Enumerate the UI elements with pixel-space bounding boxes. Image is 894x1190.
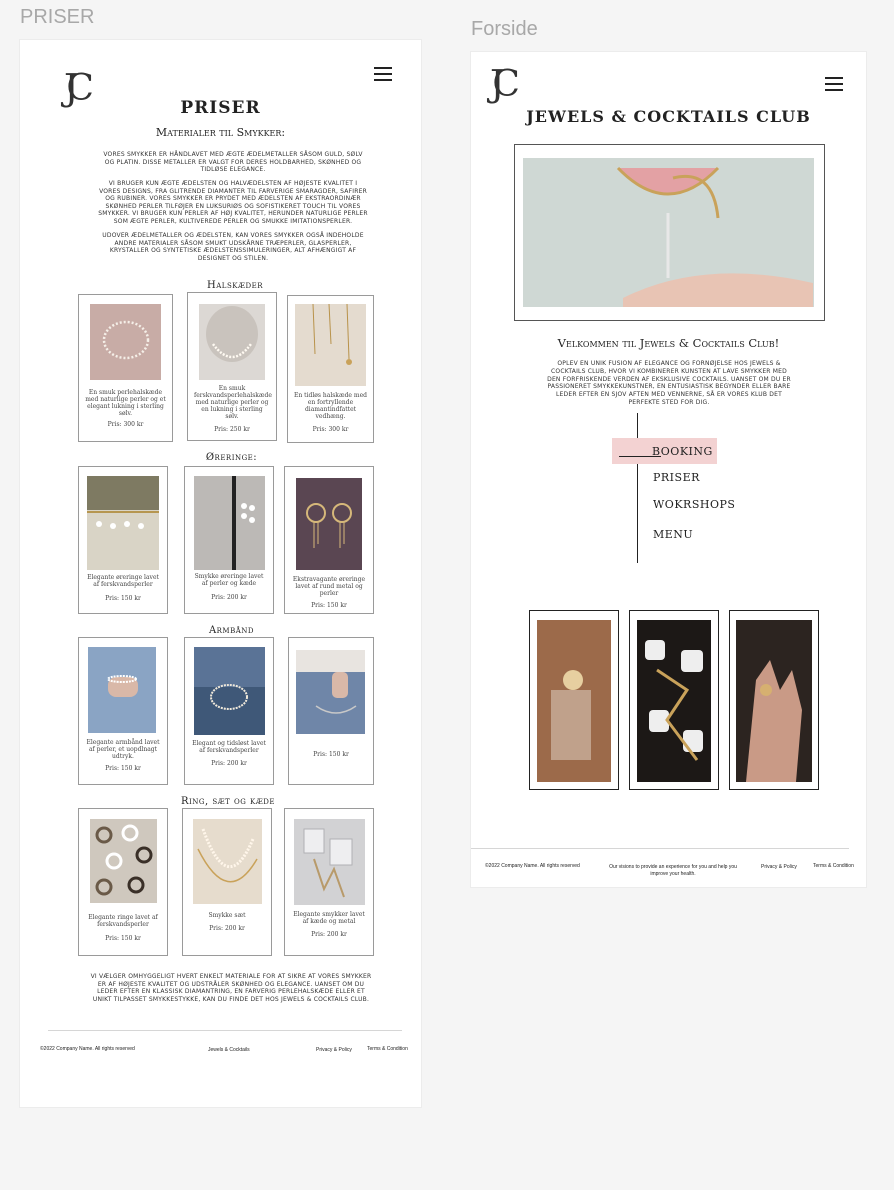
product-price: Pris: 300 kr	[107, 421, 144, 428]
product-caption: Elegante øreringe lavet af ferskvandsper…	[87, 574, 159, 588]
product-card[interactable]: Elegante armbånd lavet af perler, et uop…	[78, 637, 168, 785]
product-price: Pris: 150 kr	[313, 751, 349, 758]
product-price: Pris: 150 kr	[105, 595, 141, 602]
welcome-heading: Velkommen til Jewels & Cocktails Club!	[557, 336, 780, 350]
nav-workshops[interactable]: WOKRSHOPS	[653, 498, 735, 511]
product-price: Pris: 200 kr	[209, 925, 245, 932]
footer-terms-link[interactable]: Terms & Condition	[813, 863, 854, 869]
pearl-chain-earrings-photo	[194, 476, 265, 570]
jewelry-set-photo	[193, 819, 262, 904]
frame-label-forside: Forside	[471, 18, 538, 40]
footer-vision: Our visions to provide an experience for…	[609, 864, 737, 877]
product-card[interactable]: Pris: 150 kr	[288, 637, 374, 785]
freshwater-bracelet-photo	[194, 647, 265, 735]
product-card[interactable]: Smykke øreringe lavet af perler og kæde …	[184, 466, 274, 614]
hamburger-menu-icon[interactable]	[825, 77, 843, 91]
section-title-halskaeder: Halskæder	[207, 280, 263, 291]
product-price: Pris: 300 kr	[312, 426, 349, 433]
product-caption: En smuk ferskvandsperlehalskæde med natu…	[194, 385, 272, 420]
product-card[interactable]: Elegant og tidsløst lavet af ferskvandsp…	[184, 637, 274, 785]
product-price: Pris: 150 kr	[105, 765, 141, 772]
product-caption: Ekstravagante øreringe lavet af rund met…	[292, 576, 366, 597]
footer-terms-link[interactable]: Terms & Condition	[367, 1046, 408, 1052]
nav-priser[interactable]: PRISER	[653, 471, 700, 484]
product-card[interactable]: Elegante øreringe lavet af ferskvandsper…	[78, 466, 168, 614]
page-title: PRISER	[180, 98, 261, 118]
product-card[interactable]: En smuk ferskvandsperlehalskæde med natu…	[187, 292, 277, 441]
chain-bracelet-photo	[296, 650, 365, 734]
frame-label-priser: PRISER	[20, 6, 95, 28]
gallery-card[interactable]	[729, 610, 819, 790]
footer-divider	[48, 1030, 402, 1031]
intro-paragraph-2: Vi bruger kun ægte ædelsten og halvædels…	[98, 180, 368, 225]
nav-booking[interactable]: BOOKING	[652, 445, 713, 458]
materials-subtitle: Materialer til Smykker:	[155, 126, 286, 139]
footer-copyright: ©2022 Company Name. All rights reserved	[40, 1046, 135, 1052]
footer-copyright: ©2022 Company Name. All rights reserved	[485, 863, 580, 869]
pearl-bracelet-photo	[88, 647, 156, 733]
product-card[interactable]: Elegante ringe lavet af ferskvandsperler…	[78, 808, 168, 956]
product-caption: En tidløs halskæde med en fortryllende d…	[294, 392, 367, 420]
hamburger-menu-icon[interactable]	[374, 67, 392, 81]
gallery-rings-glass-photo	[537, 620, 611, 782]
intro-paragraph-1: Vores smykker er håndlavet med ægte ædel…	[103, 151, 363, 173]
product-caption: Elegante armbånd lavet af perler, et uop…	[86, 739, 160, 760]
product-price: Pris: 150 kr	[105, 935, 141, 942]
product-caption: Elegant og tidsløst lavet af ferskvandsp…	[192, 740, 266, 754]
forside-frame: JC JEWELS & COCKTAILS CLUB Velkommen til…	[471, 52, 866, 887]
product-card[interactable]: Smykke sæt Pris: 200 kr	[182, 808, 272, 956]
product-caption: En smuk perlehalskæde med naturlige perl…	[85, 389, 166, 417]
metal-hoop-earrings-photo	[296, 478, 362, 570]
gallery-card[interactable]	[529, 610, 619, 790]
footer-privacy-link[interactable]: Privacy & Policy	[761, 864, 797, 870]
priser-frame: JC PRISER Materialer til Smykker: Vores …	[20, 40, 421, 1107]
gallery-chains-marshmallow-photo	[637, 620, 711, 782]
footer-divider	[471, 848, 849, 849]
section-title-ring-saet-kaede: Ring, sæt og kæde	[181, 796, 275, 807]
hero-cocktail-photo	[523, 158, 814, 307]
product-card[interactable]: Elegante smykker lavet af kæde og metal …	[284, 808, 374, 956]
product-caption: Elegante ringe lavet af ferskvandsperler	[88, 914, 158, 928]
product-card[interactable]: En tidløs halskæde med en fortryllende d…	[287, 295, 374, 443]
product-price: Pris: 200 kr	[311, 931, 347, 938]
pearl-earrings-photo	[87, 476, 159, 570]
product-card[interactable]: Ekstravagante øreringe lavet af rund met…	[284, 466, 374, 614]
product-price: Pris: 150 kr	[311, 602, 347, 609]
product-card[interactable]: En smuk perlehalskæde med naturlige perl…	[78, 294, 173, 442]
pearl-necklace-photo	[90, 304, 161, 380]
outro-paragraph: Vi vælger omhyggeligt hvert enkelt mater…	[90, 973, 372, 1003]
product-caption: Elegante smykker lavet af kæde og metal	[293, 911, 365, 925]
nav-menu[interactable]: MENU	[653, 528, 693, 541]
chain-metal-jewelry-photo	[294, 819, 365, 905]
product-caption: Smykke øreringe lavet af perler og kæde	[194, 573, 264, 587]
menu-vertical-line	[637, 413, 638, 563]
gallery-card[interactable]	[629, 610, 719, 790]
hero-frame	[514, 144, 825, 321]
product-price: Pris: 200 kr	[211, 760, 247, 767]
footer-brand: Jewels & Cocktails	[208, 1047, 250, 1053]
product-price: Pris: 250 kr	[214, 426, 250, 433]
intro-paragraph-3: Udover ædelmetaller og ædelsten, kan vor…	[102, 232, 364, 262]
pearl-rings-photo	[90, 819, 157, 903]
site-title: JEWELS & COCKTAILS CLUB	[526, 107, 811, 126]
product-caption: Smykke sæt	[208, 912, 246, 919]
product-price: Pris: 200 kr	[211, 594, 247, 601]
footer-privacy-link[interactable]: Privacy & Policy	[316, 1047, 352, 1053]
logo[interactable]: JC	[490, 64, 520, 105]
intro-paragraph: Oplev en unik fusion af elegance og forn…	[547, 360, 791, 406]
section-title-oreringe: Øreringe:	[205, 452, 258, 463]
gallery-hand-ring-photo	[736, 620, 812, 782]
freshwater-pearl-necklace-photo	[199, 304, 265, 380]
diamond-pendant-necklace-photo	[295, 304, 366, 386]
section-title-armbaand: Armbånd	[208, 625, 255, 636]
